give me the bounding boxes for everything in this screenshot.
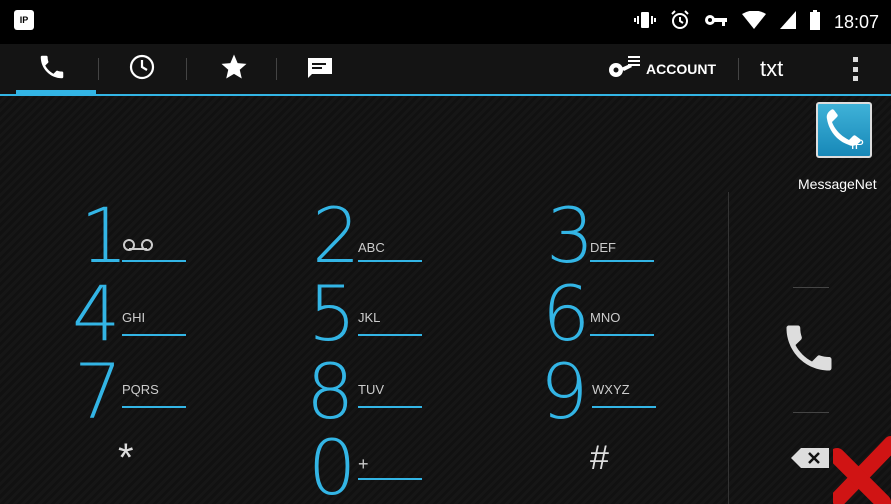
- key-digit: 9: [540, 347, 589, 436]
- key-letters: JKL: [358, 310, 381, 325]
- key-letters: TUV: [358, 382, 384, 397]
- overflow-menu-icon[interactable]: [848, 54, 862, 84]
- dialpad-key-7[interactable]: 7 PQRS: [74, 354, 274, 434]
- key-digit: 2: [312, 191, 361, 280]
- message-icon: [306, 55, 334, 84]
- tab-dialer[interactable]: [8, 44, 96, 96]
- app-icon-badge: IP: [850, 136, 864, 152]
- key-underline: [590, 334, 654, 336]
- key-underline: [358, 406, 422, 408]
- vibrate-icon: [633, 10, 656, 35]
- messagenet-shortcut[interactable]: IP MessageNet: [794, 100, 891, 200]
- signal-icon: [779, 10, 796, 34]
- key-letters: GHI: [122, 310, 146, 325]
- dialpad-key-hash[interactable]: #: [590, 436, 630, 504]
- voicemail-icon: [122, 238, 154, 257]
- phone-icon: [37, 52, 67, 87]
- action-divider: [738, 58, 739, 80]
- key-letters: PQRS: [122, 382, 159, 397]
- status-bar: IP 18:07: [0, 0, 891, 44]
- key-underline: [122, 406, 186, 408]
- key-letters: ABC: [358, 240, 385, 255]
- key-underline: [358, 334, 422, 336]
- dialpad-key-9[interactable]: 9 WXYZ: [540, 354, 740, 434]
- divider: [793, 287, 829, 288]
- dialpad-key-0[interactable]: 0 +: [308, 430, 508, 504]
- dialpad-key-4[interactable]: 4 GHI: [72, 276, 272, 356]
- recent-clock-icon: [128, 53, 156, 86]
- key-digit: 6: [542, 269, 591, 358]
- action-bar: ACCOUNT txt: [0, 44, 891, 96]
- shortcut-label: MessageNet: [798, 176, 877, 192]
- call-button[interactable]: [779, 318, 839, 383]
- phone-call-icon: [779, 325, 839, 382]
- clock-time: 18:07: [833, 11, 879, 32]
- key-digit: 5: [308, 269, 357, 358]
- tab-divider: [186, 58, 187, 80]
- key-letters: WXYZ: [592, 382, 630, 397]
- key-underline: [122, 334, 186, 336]
- dialpad-key-1[interactable]: 1: [80, 198, 280, 278]
- account-label: ACCOUNT: [646, 61, 716, 77]
- key-underline: [592, 406, 656, 408]
- key-letters: +: [358, 454, 369, 474]
- key-underline: [122, 260, 186, 262]
- dialpad-key-8[interactable]: 8 TUV: [306, 354, 506, 434]
- key-digit: 0: [308, 423, 357, 504]
- vpn-key-icon: [704, 12, 728, 33]
- dialpad-key-star[interactable]: *: [118, 436, 158, 504]
- dialpad: 1 2 ABC 3 DEF 4 GHI 5 JKL 6 MNO 7 PQRS 8…: [0, 96, 728, 504]
- key-digit: #: [590, 439, 609, 477]
- account-key-icon: [608, 52, 642, 87]
- tab-favorites[interactable]: [190, 44, 278, 94]
- key-underline: [590, 260, 654, 262]
- dialpad-key-3[interactable]: 3 DEF: [546, 198, 746, 278]
- key-digit: 4: [72, 269, 121, 358]
- key-digit: 7: [74, 347, 123, 436]
- key-digit: *: [118, 436, 134, 480]
- delete-button[interactable]: [791, 446, 831, 475]
- wifi-icon: [741, 10, 766, 34]
- favorites-star-icon: [219, 52, 249, 87]
- dialpad-key-2[interactable]: 2 ABC: [312, 198, 512, 278]
- app-notification-icon: IP: [14, 10, 34, 30]
- key-letters: DEF: [590, 240, 616, 255]
- backspace-icon: [791, 448, 831, 474]
- key-underline: [358, 478, 422, 480]
- key-digit: 1: [80, 191, 129, 280]
- tab-recent[interactable]: [98, 44, 186, 94]
- alarm-icon: [670, 9, 690, 35]
- txt-button[interactable]: txt: [760, 44, 783, 94]
- divider: [793, 412, 829, 413]
- account-button[interactable]: ACCOUNT: [608, 44, 716, 94]
- key-digit: 3: [546, 191, 595, 280]
- tab-messages[interactable]: [276, 44, 364, 94]
- dialpad-key-5[interactable]: 5 JKL: [308, 276, 508, 356]
- key-digit: 8: [306, 347, 355, 436]
- key-underline: [358, 260, 422, 262]
- dial-actions-panel: [728, 192, 891, 504]
- status-icons: 18:07: [633, 0, 879, 44]
- red-x-mark-icon: [829, 436, 891, 504]
- messagenet-app-icon: IP: [816, 102, 872, 158]
- battery-icon: [809, 9, 820, 35]
- key-letters: MNO: [590, 310, 621, 325]
- dialpad-key-6[interactable]: 6 MNO: [542, 276, 742, 356]
